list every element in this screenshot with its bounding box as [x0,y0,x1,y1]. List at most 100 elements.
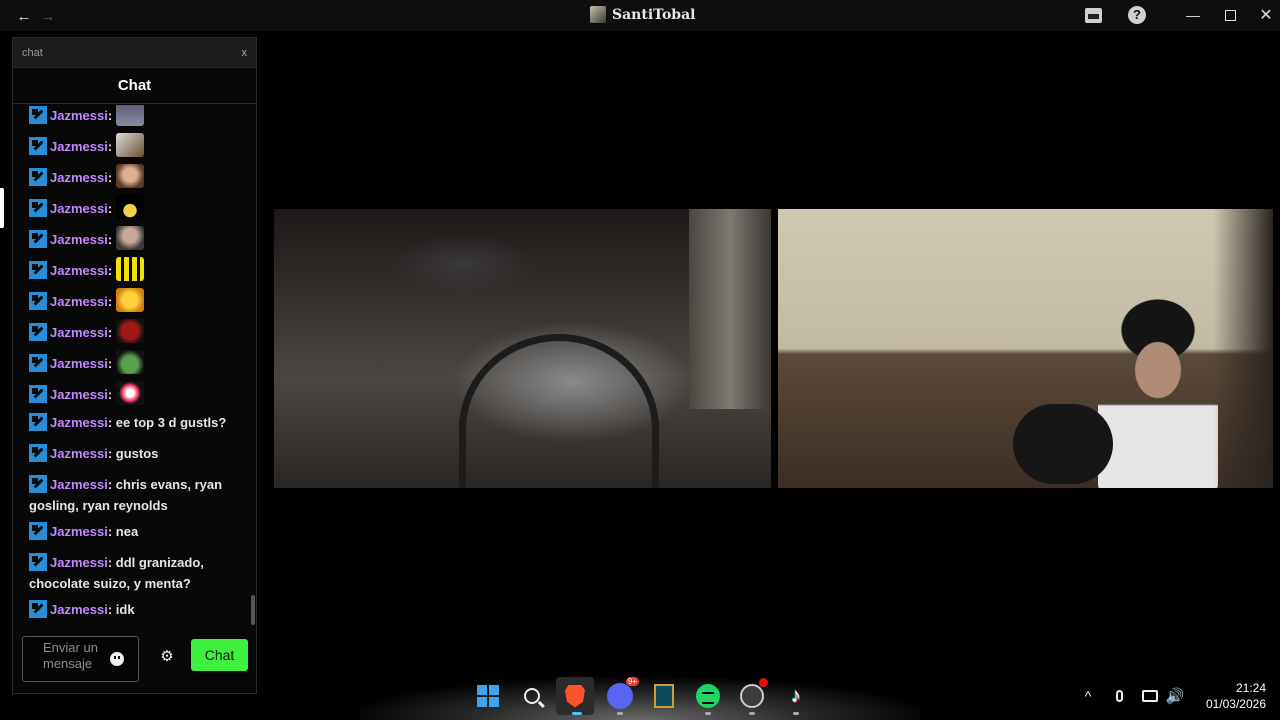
chat-username[interactable]: Jazmessi [50,232,108,247]
moderator-badge-icon [29,292,47,310]
moderator-badge-icon [29,553,47,571]
league-of-legends-icon[interactable] [651,683,677,709]
chat-search-bar[interactable]: chat x [13,38,256,68]
obs-icon[interactable] [739,678,768,709]
tiktok-running-indicator [793,712,799,715]
microphone-icon[interactable] [1109,686,1129,706]
chat-username[interactable]: Jazmessi [50,446,108,461]
streamer-figure [1098,294,1218,488]
emote-face-icon [115,164,144,188]
moderator-badge-icon [29,385,47,403]
chat-username[interactable]: Jazmessi [50,108,108,123]
emote-face-icon [115,226,144,250]
chat-message-text: gustos [115,446,159,461]
chat-message: Jazmessi: [13,345,249,376]
moderator-badge-icon [29,444,47,462]
chat-separator: : [107,524,113,539]
chat-message-input[interactable]: Enviar un mensaje [22,636,139,682]
system-clock[interactable]: 21:24 01/03/2026 [1196,680,1266,712]
network-icon[interactable] [1140,686,1160,706]
emote-frog-icon [115,350,144,374]
chat-username[interactable]: Jazmessi [50,263,108,278]
brave-active-indicator [572,712,582,715]
brave-browser-icon[interactable] [556,677,594,715]
channel-avatar-icon [590,6,606,23]
emote-yellow-icon [115,288,144,312]
chat-close-icon[interactable]: x [242,47,248,59]
chat-message: Jazmessi: idk [13,594,249,625]
chat-message: Jazmessi: nea [13,516,249,547]
edge-tab[interactable] [0,188,4,228]
chat-username[interactable]: Jazmessi [50,356,108,371]
moderator-badge-icon [29,600,47,618]
chat-username[interactable]: Jazmessi [50,415,108,430]
chat-scrollbar[interactable] [251,595,255,625]
chat-separator: : [107,170,113,185]
windows-start-icon[interactable] [475,683,501,709]
chat-message-text: idk [115,602,135,617]
chat-separator: : [107,446,113,461]
chat-username[interactable]: Jazmessi [50,477,108,492]
emote-heart-icon [115,381,144,405]
inbox-icon[interactable] [1083,5,1103,25]
chat-username[interactable]: Jazmessi [50,201,108,216]
chat-message: Jazmessi: [13,252,249,283]
help-icon[interactable]: ? [1127,5,1147,25]
emote-you-star-icon [115,195,144,219]
window-title: SantiTobal [590,6,695,23]
chat-username[interactable]: Jazmessi [50,170,108,185]
close-button[interactable]: ✕ [1254,4,1278,26]
volume-icon[interactable]: 🔊 [1165,686,1185,706]
chat-separator: : [107,201,113,216]
chat-separator: : [107,108,113,123]
chat-username[interactable]: Jazmessi [50,294,108,309]
discord-running-indicator [617,712,623,715]
chat-username[interactable]: Jazmessi [50,325,108,340]
emote-image-icon [115,105,144,126]
chat-separator: : [107,387,113,402]
maximize-button[interactable] [1218,4,1242,26]
chat-panel: chat x Chat Jazmessi: Jazmessi: Jazmessi… [12,37,257,694]
chat-username[interactable]: Jazmessi [50,602,108,617]
emote-xi-icon [115,257,144,281]
chat-username[interactable]: Jazmessi [50,139,108,154]
chat-message-list[interactable]: Jazmessi: Jazmessi: Jazmessi: Jazmessi: … [13,105,256,631]
chat-username[interactable]: Jazmessi [50,524,108,539]
video-feed-webcam [778,209,1273,488]
search-icon[interactable] [519,683,545,709]
video-door [689,209,771,409]
moderator-badge-icon [29,354,47,372]
moderator-badge-icon [29,261,47,279]
chat-message: Jazmessi: [13,283,249,314]
emoji-picker-icon[interactable] [110,652,124,666]
emote-image-icon [115,133,144,157]
chat-separator: : [107,602,113,617]
chat-separator: : [107,139,113,154]
back-arrow-icon[interactable]: ← [14,6,34,26]
tray-chevron-up-icon[interactable]: ^ [1078,686,1098,706]
chat-message: Jazmessi: [13,159,249,190]
chat-username[interactable]: Jazmessi [50,555,108,570]
chat-separator: : [107,415,113,430]
chat-separator: : [107,294,113,309]
window-title-text: SantiTobal [612,6,696,23]
chat-separator: : [107,477,113,492]
chat-message: Jazmessi: gustos [13,438,249,469]
spotify-running-indicator [705,712,711,715]
clock-time: 21:24 [1235,681,1266,695]
chat-separator: : [107,555,113,570]
window-titlebar: ← → SantiTobal ? — ✕ [0,0,1280,31]
discord-icon[interactable] [607,677,639,709]
tiktok-icon[interactable]: ♪ [783,683,809,709]
chat-username[interactable]: Jazmessi [50,387,108,402]
gear-icon[interactable]: ⚙ [160,649,174,664]
moderator-badge-icon [29,413,47,431]
forward-arrow-icon[interactable]: → [38,6,58,26]
moderator-badge-icon [29,168,47,186]
chat-input-area: Enviar un mensaje ⚙ Chat [13,633,256,693]
spotify-icon[interactable] [695,683,721,709]
chat-message: Jazmessi: [13,314,249,345]
send-chat-button[interactable]: Chat [191,639,248,671]
minimize-button[interactable]: — [1181,4,1205,26]
taskbar-background [360,670,920,720]
